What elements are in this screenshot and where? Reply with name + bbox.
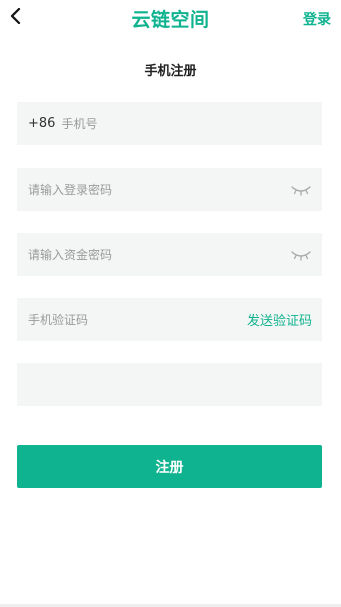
login-password-input[interactable] [28, 182, 290, 197]
send-code-button[interactable]: 发送验证码 [247, 310, 312, 329]
fund-password-input[interactable] [28, 247, 290, 262]
login-link[interactable]: 登录 [303, 9, 331, 29]
eye-closed-icon[interactable] [290, 183, 312, 197]
sms-code-field: 发送验证码 [17, 298, 322, 341]
fund-password-field [17, 233, 322, 276]
header: 云链空间 登录 [0, 0, 341, 36]
login-password-field [17, 168, 322, 211]
phone-field: +86 [17, 102, 322, 145]
eye-closed-icon[interactable] [290, 248, 312, 262]
sms-code-input[interactable] [28, 312, 247, 327]
extra-input-field [17, 363, 322, 406]
phone-input[interactable] [61, 116, 312, 131]
page-title: 手机注册 [144, 64, 197, 79]
country-code[interactable]: +86 [28, 116, 55, 131]
extra-input[interactable] [28, 377, 312, 392]
app-title: 云链空间 [131, 9, 210, 31]
register-page: 云链空间 登录 手机注册 +86 手机号 手机验证码 发送验证码 注册 [0, 0, 341, 607]
register-button[interactable]: 注册 [17, 445, 322, 488]
